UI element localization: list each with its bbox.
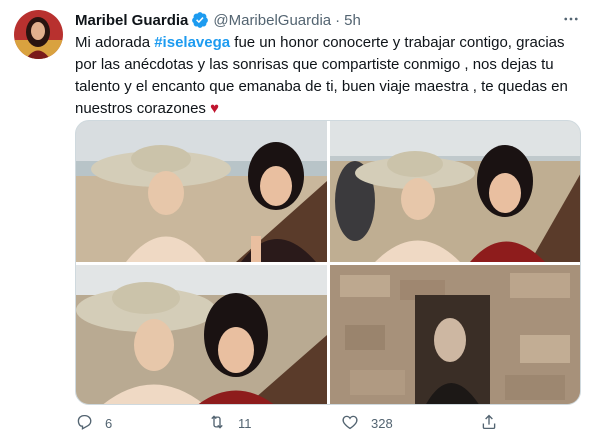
reply-button[interactable]: 6 <box>75 412 112 434</box>
retweet-count: 11 <box>238 415 252 431</box>
tweet-card[interactable]: Maribel Guardia @MaribelGuardia · 5h Mi … <box>0 0 595 438</box>
photo-4[interactable] <box>330 265 580 404</box>
action-bar: 6 11 328 <box>75 412 515 434</box>
heart-icon <box>341 413 359 434</box>
heart-emoji: ♥ <box>210 100 219 117</box>
like-count: 328 <box>371 415 393 431</box>
like-button[interactable]: 328 <box>341 412 393 434</box>
more-icon[interactable] <box>558 8 584 30</box>
tweet-header: Maribel Guardia @MaribelGuardia · 5h <box>75 10 361 30</box>
share-icon <box>480 413 498 434</box>
timestamp[interactable]: 5h <box>344 12 361 29</box>
hashtag-link[interactable]: #iselavega <box>154 34 230 51</box>
retweet-icon <box>208 413 226 434</box>
tweet-text: Mi adorada #iselavega fue un honor conoc… <box>75 32 585 120</box>
reply-count: 6 <box>105 415 113 431</box>
avatar[interactable] <box>14 10 63 59</box>
photo-2[interactable] <box>330 121 580 262</box>
photo-3[interactable] <box>76 265 327 404</box>
retweet-button[interactable]: 11 <box>208 412 252 434</box>
author-handle[interactable]: @MaribelGuardia <box>213 12 331 29</box>
share-button[interactable] <box>480 412 498 434</box>
photo-1[interactable] <box>76 121 327 262</box>
tweet-text-intro: Mi adorada <box>75 34 155 51</box>
separator-dot: · <box>335 11 341 29</box>
author-name[interactable]: Maribel Guardia <box>75 12 188 29</box>
verified-badge-icon <box>191 11 209 29</box>
reply-icon <box>75 413 93 434</box>
media-grid <box>75 120 581 405</box>
